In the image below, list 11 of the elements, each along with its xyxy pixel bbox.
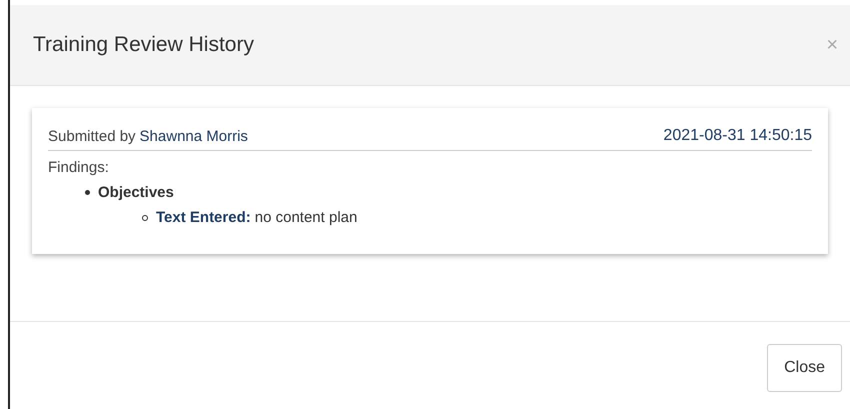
close-button[interactable]: Close xyxy=(767,344,842,392)
dialog-title: Training Review History xyxy=(33,32,254,58)
bullet-icon xyxy=(85,190,90,196)
findings-label: Findings: xyxy=(48,158,109,178)
finding-label: Text Entered: xyxy=(156,208,251,228)
timestamp: 2021-08-31 14:50:15 xyxy=(663,126,812,146)
finding-value: no content plan xyxy=(254,208,358,228)
submitted-label: Submitted by xyxy=(48,126,136,146)
submitter-name: Shawnna Morris xyxy=(140,126,248,146)
circle-bullet-icon xyxy=(142,215,148,222)
finding-name: Objectives xyxy=(98,182,174,202)
